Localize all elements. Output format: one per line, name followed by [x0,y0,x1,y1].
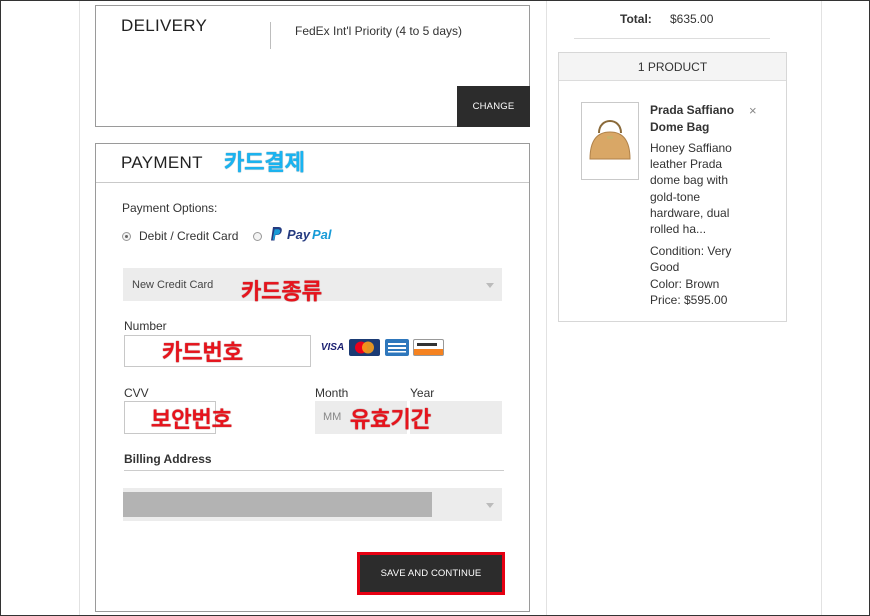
card-type-value: New Credit Card [132,278,214,291]
product-count: 1 PRODUCT [559,53,786,81]
product-color: Color: Brown [650,277,720,291]
total-label: Total: [620,12,652,26]
delivery-method: FedEx Int'l Priority (4 to 5 days) [295,24,463,38]
payment-options-label: Payment Options: [122,201,218,215]
billing-address-select[interactable] [123,488,502,521]
paypal-pal-text: Pal [312,227,332,242]
payment-annotation: 카드결제 [224,151,305,176]
delivery-divider [270,22,271,49]
mastercard-circles [355,341,374,354]
save-button-highlight: SAVE AND CONTINUE [357,552,505,595]
product-thumbnail[interactable] [581,102,639,180]
month-placeholder: MM [323,411,342,423]
product-summary: 1 PRODUCT Prada Saffiano Dome Bag Honey … [558,52,787,322]
change-delivery-button[interactable]: CHANGE [457,86,530,127]
visa-icon: VISA [318,339,347,356]
paypal-pay-text: Pay [287,227,311,242]
year-label: Year [410,386,435,400]
sidebar-right-border [821,0,822,616]
payment-section [95,182,530,612]
product-price: Price: $595.00 [650,293,728,307]
paypal-icon [271,227,282,241]
discover-icon [413,339,444,356]
amex-icon [385,339,409,356]
month-label: Month [315,386,349,400]
total-value: $635.00 [670,12,714,26]
product-description: Honey Saffiano leather Prada dome bag wi… [650,141,732,237]
cvv-annotation: 보안번호 [151,408,232,433]
radio-paypal[interactable] [253,232,262,241]
summary-divider [574,38,770,39]
delivery-section: DELIVERY FedEx Int'l Priority (4 to 5 da… [95,5,530,127]
product-condition: Condition: Very Good [650,244,732,275]
visa-text: VISA [320,342,345,353]
chevron-down-icon [486,502,494,508]
card-number-annotation: 카드번호 [162,341,243,366]
radio-card-label[interactable]: Debit / Credit Card [139,229,238,243]
payment-header: PAYMENT [95,143,530,183]
radio-card[interactable] [122,232,131,241]
save-and-continue-button[interactable]: SAVE AND CONTINUE [360,555,502,592]
close-icon[interactable]: × [749,103,757,118]
mastercard-icon [349,339,380,356]
delivery-title: DELIVERY [121,16,208,35]
expiry-annotation: 유효기간 [350,408,431,433]
amex-stripes [388,343,406,353]
card-type-annotation: 카드종류 [241,280,322,305]
card-number-label: Number [124,319,167,333]
billing-address-redacted [123,492,432,517]
content-left-border [79,0,80,616]
cvv-label: CVV [124,386,149,400]
product-name[interactable]: Prada Saffiano Dome Bag [650,102,748,136]
discover-mark [414,343,443,355]
handbag-icon [589,120,631,160]
billing-divider [124,470,504,471]
content-right-border [546,0,547,616]
payment-title: PAYMENT [121,153,203,172]
chevron-down-icon [486,282,494,288]
billing-address-label: Billing Address [124,452,212,466]
